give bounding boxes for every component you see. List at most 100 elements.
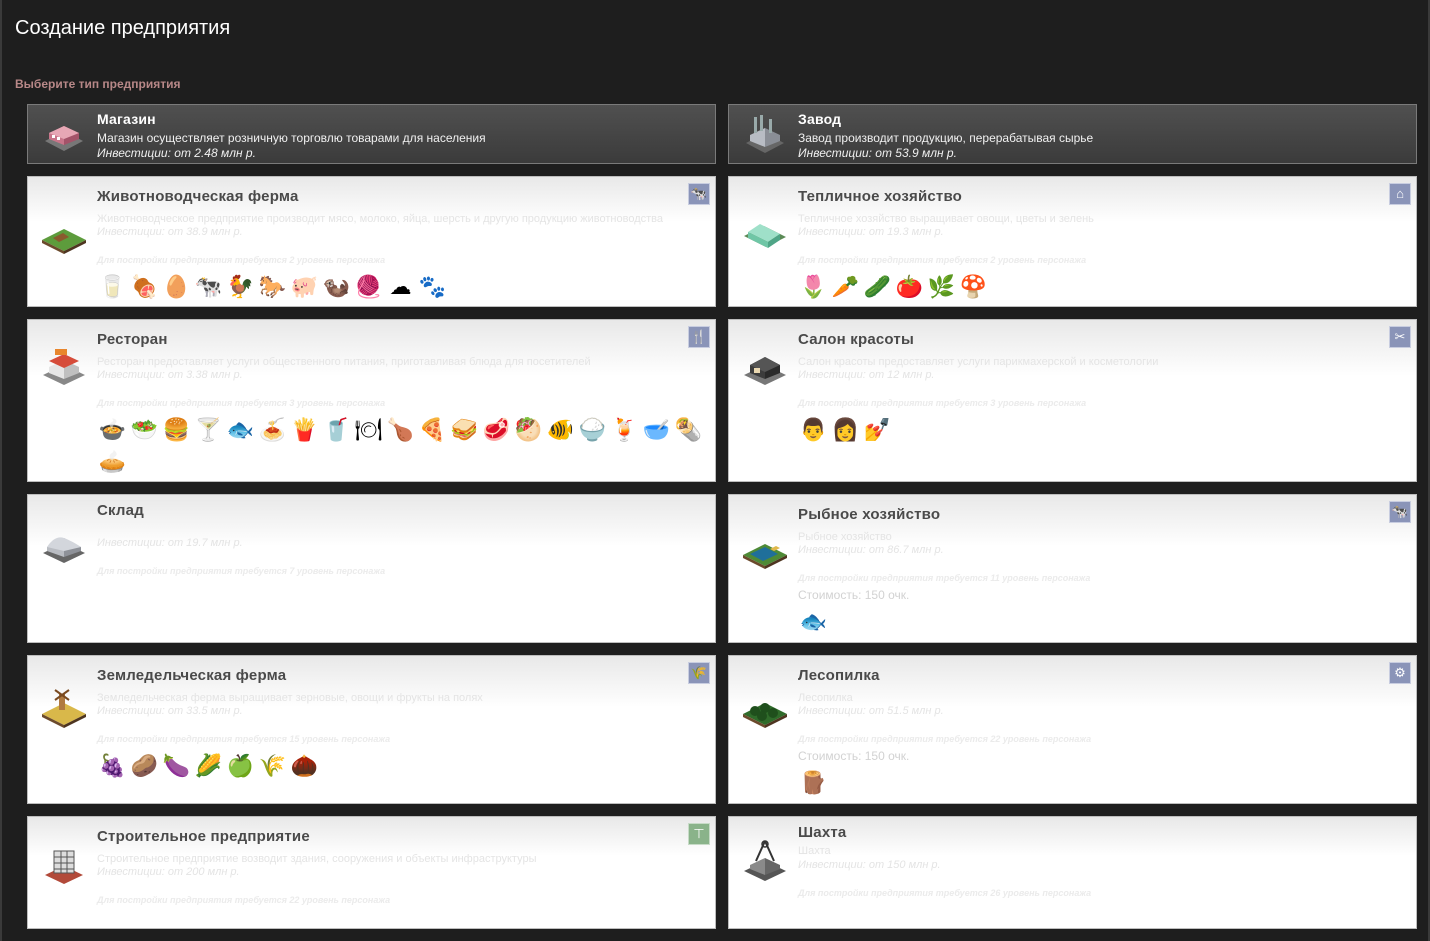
hammer-icon: ⊤: [688, 823, 710, 845]
enterprise-requirement: Для постройки предприятия требуется 3 ур…: [798, 398, 1087, 408]
juice-icon: 🍹: [610, 417, 639, 442]
apple-icon: 🍏: [226, 753, 255, 778]
soup-icon: 🍲: [98, 417, 127, 442]
enterprise-card-warehouse[interactable]: Склад Инвестиции: от 19.7 млн р. Для пос…: [27, 494, 716, 643]
milkshake-icon: 🥤: [322, 417, 351, 442]
grapes-icon: 🍇: [98, 753, 127, 778]
mink-icon: 🦦: [322, 274, 351, 299]
enterprise-description: Ресторан предоставляет услуги общественн…: [97, 356, 591, 368]
planks-icon: 🪵: [799, 770, 828, 795]
enterprise-card-construction[interactable]: Строительное предприятие Строительное пр…: [27, 816, 716, 929]
enterprise-name: Лесопилка: [798, 667, 880, 684]
enterprise-name: Склад: [97, 502, 144, 519]
enterprise-requirement: Для постройки предприятия требуется 7 ур…: [97, 566, 386, 576]
enterprise-investment: Инвестиции: от 19.3 млн р.: [798, 226, 944, 238]
product-list: 🥛 🍖 🥚 🐄 🐓 🐎 🐖 🦦 🧶 ☁ 🐾: [98, 272, 718, 304]
cucumber-icon: 🥒: [863, 274, 892, 299]
enterprise-card-sawmill[interactable]: Лесопилка Лесопилка Инвестиции: от 51.5 …: [728, 655, 1417, 804]
enterprise-investment: Инвестиции: от 150 млн р.: [798, 859, 941, 871]
enterprise-requirement: Для постройки предприятия требуется 2 ур…: [798, 255, 1087, 265]
enterprise-name: Салон красоты: [798, 331, 914, 348]
sandwich-icon: 🥪: [450, 417, 479, 442]
enterprise-description: Земледельческая ферма выращивает зерновы…: [97, 692, 483, 704]
enterprise-name: Магазин: [97, 111, 156, 127]
page-subtitle: Выберите тип предприятия: [15, 77, 181, 91]
fork-knife-icon: 🍴: [688, 326, 710, 348]
milk-carton-icon: 🥛: [98, 274, 127, 299]
enterprise-investment: Инвестиции: от 53.9 млн р.: [798, 146, 957, 160]
enterprise-requirement: Для постройки предприятия требуется 2 ур…: [97, 255, 386, 265]
warehouse-building-icon: [43, 537, 85, 563]
enterprise-card-livestock-farm[interactable]: Животноводческая ферма Животноводческое …: [27, 176, 716, 307]
enterprise-card-beauty-salon[interactable]: Салон красоты Салон красоты предоставляе…: [728, 319, 1417, 482]
enterprise-description: Завод производит продукцию, перерабатыва…: [798, 131, 1094, 145]
enterprise-requirement: Для постройки предприятия требуется 22 у…: [798, 734, 1092, 744]
agricultural-farm-building-icon: [42, 689, 86, 728]
enterprise-card-fishery[interactable]: Рыбное хозяйство Рыбное хозяйство Инвест…: [728, 494, 1417, 643]
fries-icon: 🍟: [290, 417, 319, 442]
leather-icon: 🐾: [418, 274, 447, 299]
herring-icon: 🐠: [546, 417, 575, 442]
enterprise-name: Шахта: [798, 824, 847, 841]
greek-salad-icon: 🥙: [514, 417, 543, 442]
enterprise-card-mine[interactable]: Шахта Шахта Инвестиции: от 150 млн р. Дл…: [728, 816, 1417, 929]
enterprise-investment: Инвестиции: от 200 млн р.: [97, 866, 240, 878]
enterprise-requirement: Для постройки предприятия требуется 22 у…: [97, 895, 391, 905]
enterprise-description: Магазин осуществляет розничную торговлю …: [97, 131, 486, 145]
mushrooms-icon: 🍄: [959, 274, 988, 299]
enterprise-name: Ресторан: [97, 331, 168, 348]
product-list: 👨 👩 💅: [799, 415, 1419, 447]
beauty-salon-building-icon: [744, 357, 786, 385]
product-list: 🌷 🥕 🥒 🍅 🌿 🍄: [799, 272, 1419, 304]
product-list: 🪵: [799, 768, 1419, 800]
enterprise-requirement: Для постройки предприятия требуется 15 у…: [97, 734, 391, 744]
shop-building-icon: [45, 126, 83, 151]
product-list: 🍲 🥗 🍔 🍸 🐟 🍝 🍟 🥤 🍽 🍗 🍕 🥪 🥩 🥙 🐠 🍚 🍹 🥣 🌯 🥧: [98, 415, 718, 479]
beet-icon: 🍆: [162, 753, 191, 778]
cocktail-icon: 🍸: [194, 417, 223, 442]
enterprise-name: Земледельческая ферма: [97, 667, 287, 684]
greenhouse-building-icon: [744, 224, 786, 248]
product-list: 🍇 🥔 🍆 🌽 🍏 🌾 🌰: [98, 751, 718, 783]
enterprise-card-greenhouse[interactable]: Тепличное хозяйство Тепличное хозяйство …: [728, 176, 1417, 307]
woman-haircut-icon: 👩: [831, 417, 860, 442]
man-haircut-icon: 👨: [799, 417, 828, 442]
factory-building-icon: [746, 115, 784, 153]
herbs-icon: 🌿: [927, 274, 956, 299]
porridge-icon: 🥣: [642, 417, 671, 442]
enterprise-investment: Инвестиции: от 51.5 млн р.: [798, 705, 944, 717]
enterprise-name: Тепличное хозяйство: [798, 188, 963, 205]
sawmill-building-icon: [743, 703, 787, 728]
enterprise-card-shop[interactable]: Магазин Магазин осуществляет розничную т…: [27, 104, 716, 164]
enterprise-card-agricultural-farm[interactable]: Земледельческая ферма Земледельческая фе…: [27, 655, 716, 804]
enterprise-investment: Инвестиции: от 86.7 млн р.: [798, 544, 944, 556]
enterprise-description: Лесопилка: [798, 692, 853, 704]
enterprise-investment: Инвестиции: от 12 млн р.: [798, 369, 935, 381]
fish-dish-icon: 🐟: [226, 417, 255, 442]
tulips-icon: 🌷: [799, 274, 828, 299]
enterprise-name: Строительное предприятие: [97, 828, 310, 845]
mine-building-icon: [744, 840, 786, 881]
enterprise-description: Шахта: [798, 845, 831, 857]
wool-icon: ☁: [389, 274, 412, 299]
enterprise-cost: Стоимость: 150 очк.: [798, 749, 910, 763]
fur-icon: 🧶: [354, 274, 383, 299]
cow-icon: 🐄: [688, 183, 710, 205]
enterprise-requirement: Для постройки предприятия требуется 11 у…: [798, 573, 1091, 583]
enterprise-card-factory[interactable]: Завод Завод производит продукцию, перера…: [728, 104, 1417, 164]
chicken-icon: 🐓: [226, 274, 255, 299]
page-title: Создание предприятия: [15, 17, 231, 39]
enterprise-cost: Стоимость: 150 очк.: [798, 588, 910, 602]
wheat-icon: 🌾: [688, 662, 710, 684]
manicure-icon: 💅: [863, 417, 892, 442]
tomato-icon: 🍅: [895, 274, 924, 299]
eggs-icon: 🥚: [162, 274, 191, 299]
enterprise-requirement: Для постройки предприятия требуется 3 ур…: [97, 398, 386, 408]
construction-building-icon: [45, 850, 83, 884]
enterprise-name: Завод: [798, 111, 842, 127]
enterprise-name: Рыбное хозяйство: [798, 506, 941, 523]
enterprise-name: Животноводческая ферма: [97, 188, 299, 205]
meat-icon: 🍖: [130, 274, 159, 299]
enterprise-card-restaurant[interactable]: Ресторан Ресторан предоставляет услуги о…: [27, 319, 716, 482]
potato-icon: 🥔: [130, 753, 159, 778]
